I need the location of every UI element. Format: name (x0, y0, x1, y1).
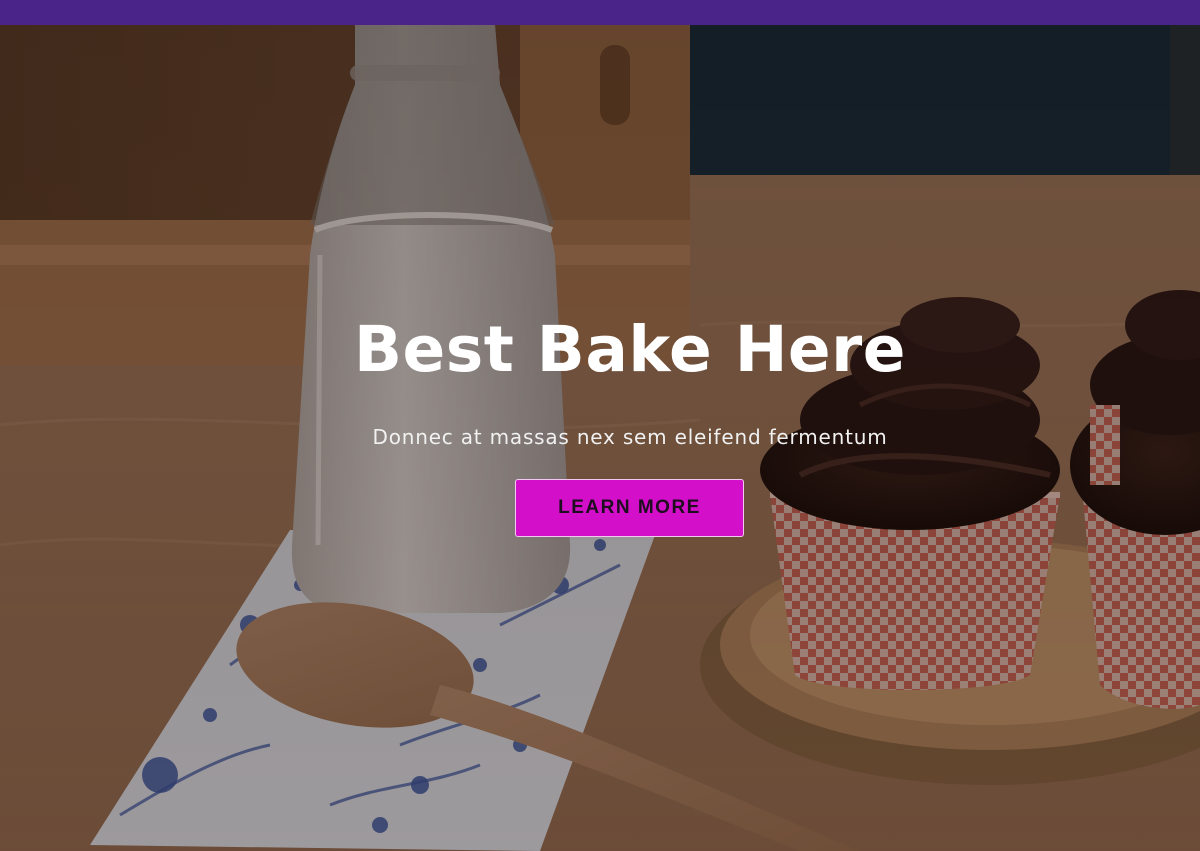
page: Best Bake Here Donnec at massas nex sem … (0, 0, 1200, 851)
hero-section: Best Bake Here Donnec at massas nex sem … (0, 25, 1200, 851)
hero-subtitle: Donnec at massas nex sem eleifend fermen… (372, 425, 888, 449)
hero-title: Best Bake Here (354, 313, 906, 386)
learn-more-button[interactable]: LEARN MORE (515, 479, 744, 537)
hero-content: Best Bake Here Donnec at massas nex sem … (0, 25, 1200, 851)
top-nav-bar (0, 0, 1200, 25)
